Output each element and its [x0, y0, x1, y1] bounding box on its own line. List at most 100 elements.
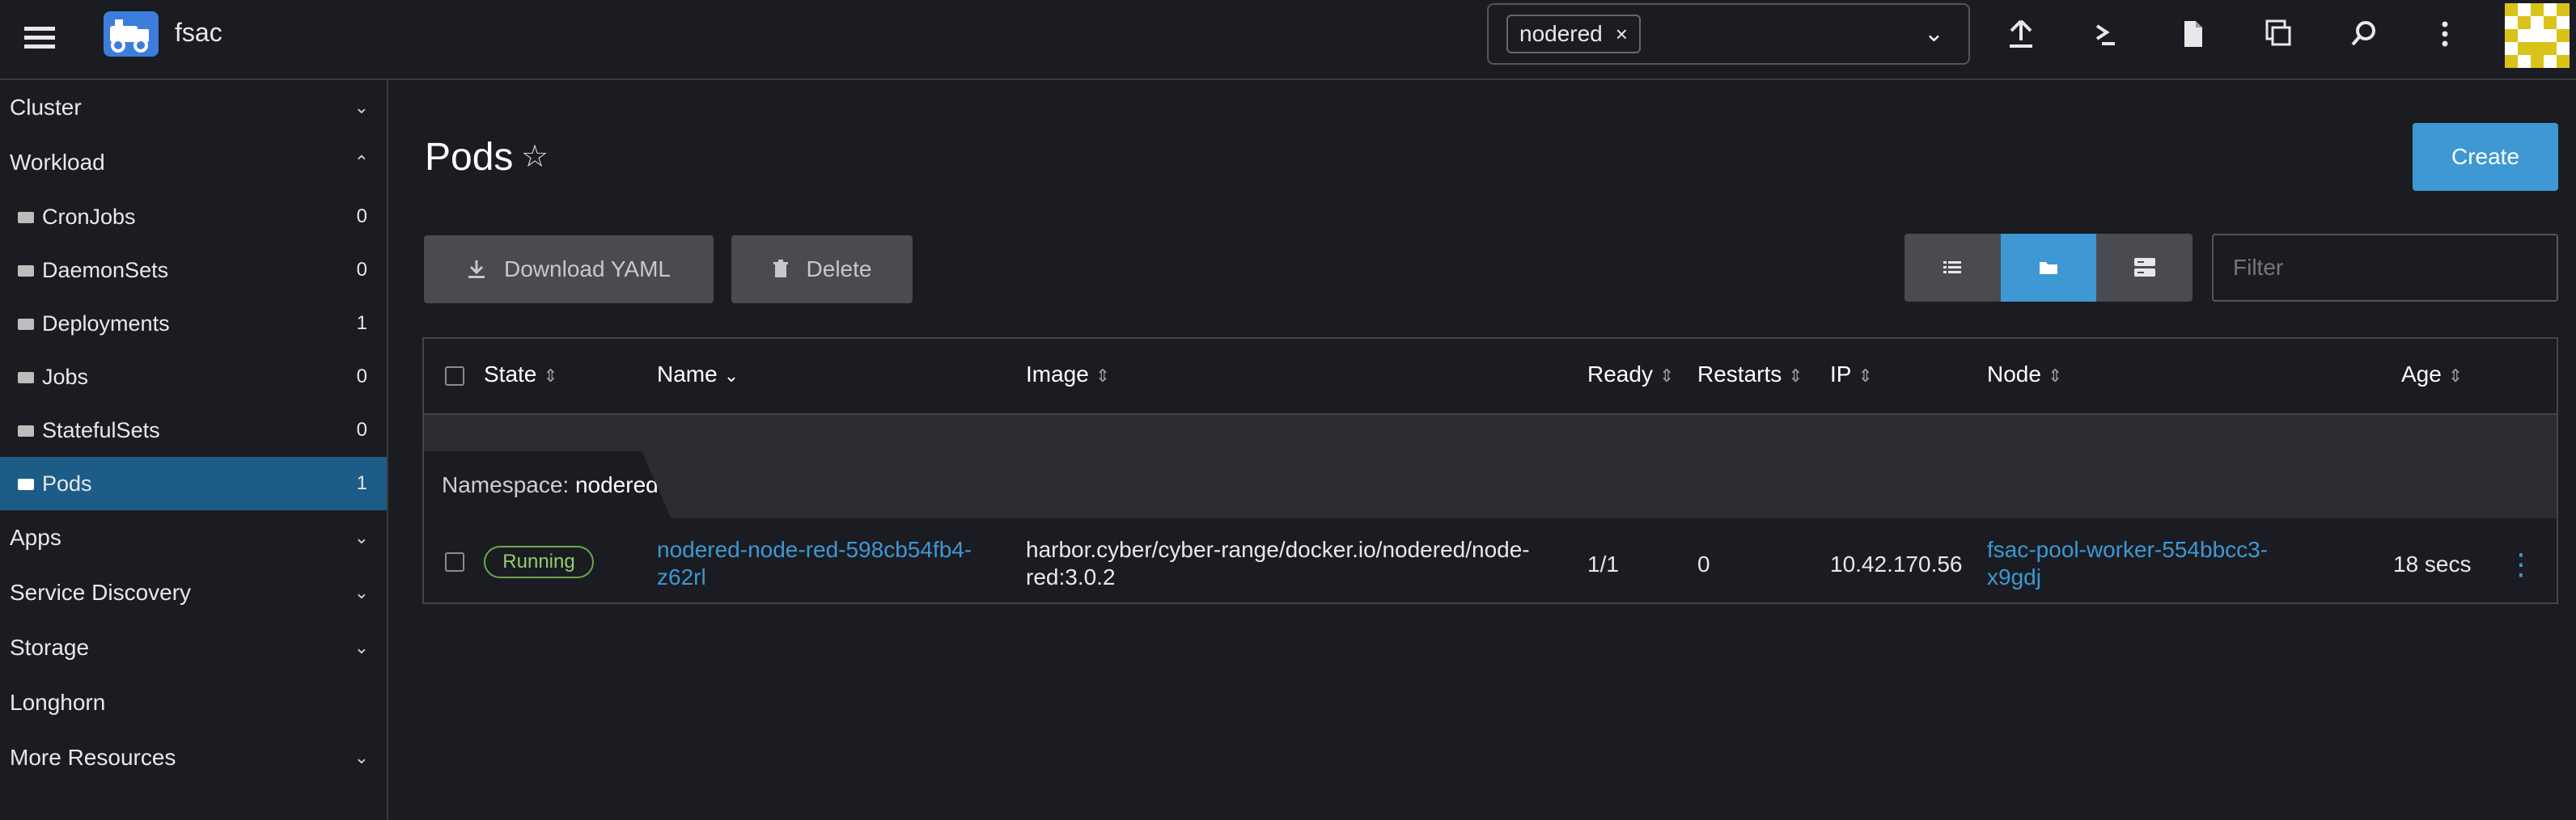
download-yaml-button[interactable]: Download YAML — [424, 235, 714, 303]
list-view-icon[interactable] — [1904, 234, 2001, 302]
sidebar-item-count: 0 — [356, 419, 367, 441]
sidebar-item-label: DaemonSets — [42, 257, 169, 282]
column-header-label: Restarts — [1697, 361, 1782, 387]
trash-icon — [773, 260, 788, 277]
avatar[interactable] — [2505, 3, 2570, 68]
column-header-image[interactable]: Image ⇕ — [1026, 361, 1110, 387]
sidebar-group-label: Service Discovery — [10, 580, 192, 605]
row-select-checkbox[interactable] — [445, 552, 464, 572]
sidebar-item-pods[interactable]: Pods 1 — [0, 457, 387, 510]
sidebar-group-storage[interactable]: Storage ⌄ — [0, 620, 387, 675]
pod-name-link[interactable]: nodered-node-red-598cb54fb4- z62rl — [657, 536, 972, 591]
sort-icon: ⇕ — [1095, 366, 1111, 386]
close-icon[interactable]: × — [1616, 22, 1628, 47]
upload-icon[interactable] — [2003, 18, 2039, 57]
sidebar-item-label: Jobs — [42, 364, 89, 389]
chevron-down-icon: ⌄ — [354, 527, 369, 547]
namespace-chip-label: nodered — [1519, 21, 1603, 46]
column-header-label: State — [484, 361, 537, 387]
sidebar-group-workload[interactable]: Workload ⌃ — [0, 135, 387, 190]
folder-icon — [18, 372, 34, 383]
group-by-namespace-icon[interactable] — [2000, 234, 2097, 302]
column-header-label: Age — [2401, 361, 2442, 387]
select-all-checkbox[interactable] — [445, 366, 464, 386]
sidebar-item-statefulsets[interactable]: StatefulSets 0 — [0, 404, 387, 457]
pod-image: harbor.cyber/cyber-range/docker.io/noder… — [1026, 536, 1530, 591]
sidebar-group-cluster[interactable]: Cluster ⌄ — [0, 80, 387, 135]
row-actions-icon[interactable]: ⋮ — [2506, 547, 2536, 581]
chevron-down-icon: ⌄ — [354, 637, 369, 657]
sidebar-group-apps[interactable]: Apps ⌄ — [0, 510, 387, 565]
download-yaml-label: Download YAML — [504, 256, 671, 281]
sidebar-item-label: CronJobs — [42, 204, 136, 229]
sidebar-group-service-discovery[interactable]: Service Discovery ⌄ — [0, 565, 387, 620]
column-header-ip[interactable]: IP ⇕ — [1830, 361, 1873, 387]
pod-restarts: 0 — [1697, 552, 1710, 577]
terminal-icon[interactable] — [2087, 18, 2123, 57]
column-header-name[interactable]: Name ⌄ — [657, 361, 739, 387]
namespace-chip: nodered × — [1506, 15, 1641, 53]
pod-name-line: z62rl — [657, 564, 706, 590]
node-name-line: x9gdj — [1987, 564, 2041, 590]
column-header-label: Ready — [1587, 361, 1653, 387]
sidebar-item-cronjobs[interactable]: CronJobs 0 — [0, 190, 387, 243]
search-icon[interactable] — [2346, 18, 2382, 57]
favorite-star-icon[interactable]: ☆ — [521, 138, 549, 175]
sidebar-group-more-resources[interactable]: More Resources ⌄ — [0, 730, 387, 785]
group-by-node-icon[interactable] — [2096, 234, 2193, 302]
sort-descending-icon: ⌄ — [723, 366, 739, 386]
table-header: State ⇕ Name ⌄ Image ⇕ Ready ⇕ Restarts ⇕ IP ⇕… — [424, 339, 2557, 415]
pod-ready: 1/1 — [1587, 552, 1619, 577]
column-header-age[interactable]: Age ⇕ — [2401, 361, 2463, 387]
sidebar-group-label: More Resources — [10, 745, 176, 770]
main-content: Pods ☆ Create Download YAML Delete State… — [388, 80, 2576, 820]
folder-icon — [18, 212, 34, 223]
column-header-state[interactable]: State ⇕ — [484, 361, 558, 387]
folder-icon — [18, 425, 34, 437]
hamburger-menu-icon[interactable] — [24, 23, 57, 55]
namespace-selector[interactable]: nodered × ⌄ — [1487, 3, 1970, 65]
node-link[interactable]: fsac-pool-worker-554bbcc3- x9gdj — [1987, 536, 2268, 591]
filter-input[interactable] — [2212, 234, 2558, 302]
pod-ip: 10.42.170.56 — [1830, 552, 1963, 577]
sidebar-item-daemonsets[interactable]: DaemonSets 0 — [0, 243, 387, 297]
create-button[interactable]: Create — [2413, 123, 2558, 191]
sidebar-item-count: 1 — [356, 312, 367, 334]
chevron-down-icon: ⌄ — [354, 747, 369, 767]
sidebar-group-longhorn[interactable]: Longhorn — [0, 675, 387, 730]
chevron-down-icon: ⌄ — [354, 582, 369, 602]
sidebar-group-label: Apps — [10, 525, 61, 550]
namespace-group-value: nodered — [574, 472, 659, 497]
folder-icon — [18, 265, 34, 277]
sidebar-group-label: Workload — [10, 150, 105, 175]
chevron-down-icon[interactable]: ⌄ — [1924, 19, 1944, 48]
namespace-group-tab: Namespace: nodered — [424, 451, 672, 519]
app-logo — [104, 11, 159, 57]
delete-label: Delete — [806, 256, 872, 281]
sidebar-item-jobs[interactable]: Jobs 0 — [0, 350, 387, 404]
sidebar-item-count: 1 — [356, 472, 367, 494]
more-vert-icon[interactable] — [2427, 18, 2463, 57]
download-icon — [468, 260, 485, 278]
namespace-group-label: Namespace: nodered — [442, 472, 659, 498]
sidebar-group-label: Longhorn — [10, 690, 106, 715]
sidebar-item-label: Pods — [42, 471, 92, 496]
column-header-label: IP — [1830, 361, 1852, 387]
column-header-ready[interactable]: Ready ⇕ — [1587, 361, 1674, 387]
copy-icon[interactable] — [2260, 18, 2296, 57]
column-header-restarts[interactable]: Restarts ⇕ — [1697, 361, 1803, 387]
file-icon[interactable] — [2175, 18, 2210, 57]
sidebar-item-deployments[interactable]: Deployments 1 — [0, 297, 387, 350]
app-title[interactable]: fsac — [175, 18, 222, 48]
node-name-line: fsac-pool-worker-554bbcc3- — [1987, 537, 2269, 562]
sidebar-item-label: Deployments — [42, 311, 170, 336]
column-header-node[interactable]: Node ⇕ — [1987, 361, 2062, 387]
namespace-group-band: Namespace: nodered — [424, 415, 2557, 519]
page-title: Pods — [425, 136, 514, 179]
view-mode-toggle — [1904, 234, 2193, 302]
column-header-label: Image — [1026, 361, 1089, 387]
sort-icon: ⇕ — [543, 366, 558, 386]
sidebar-group-label: Storage — [10, 635, 90, 660]
delete-button[interactable]: Delete — [731, 235, 913, 303]
sort-icon: ⇕ — [2447, 366, 2464, 386]
